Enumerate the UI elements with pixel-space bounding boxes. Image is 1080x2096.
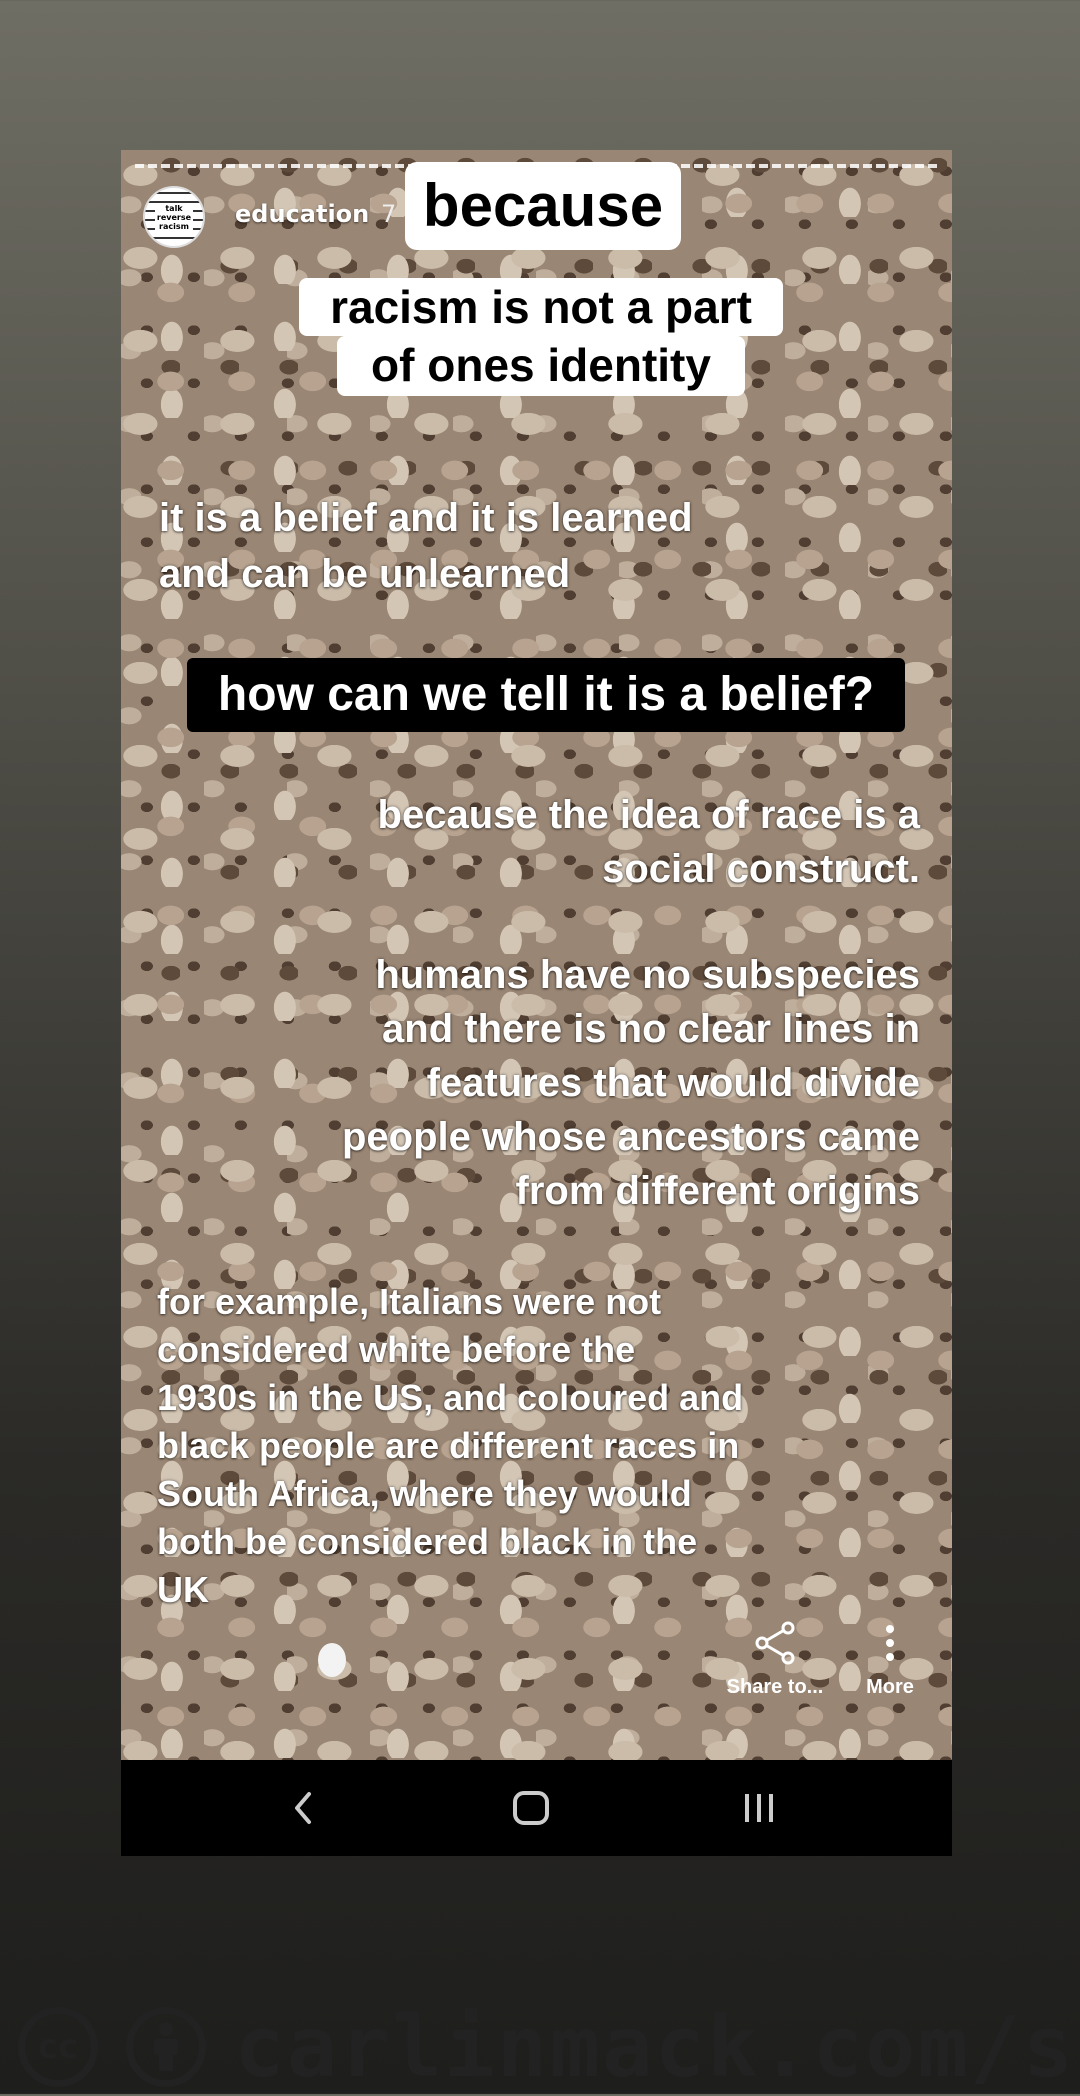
example-line: South Africa, where they would	[157, 1473, 692, 1514]
watermark-text: carlinmack.com/s	[234, 1998, 1076, 2096]
construct-text: because the idea of race is a social con…	[280, 788, 920, 896]
construct-line: social construct.	[602, 847, 920, 891]
example-line: black people are different races in	[157, 1425, 740, 1466]
subspecies-line: humans have no subspecies	[375, 953, 920, 997]
construct-line: because the idea of race is a	[377, 793, 920, 837]
attribution-icon	[126, 2007, 206, 2087]
cc-icon: cc	[18, 2007, 98, 2087]
system-navigation-bar	[121, 1760, 952, 1856]
story-view[interactable]: talk reverse racism education 7 because …	[121, 150, 952, 1760]
subspecies-line: from different origins	[515, 1169, 920, 1213]
phone-screen: talk reverse racism education 7 because …	[121, 150, 952, 1856]
more-button[interactable]: More	[825, 1618, 952, 1699]
question-sticker: how can we tell it is a belief?	[187, 658, 905, 732]
avatar-text: talk reverse racism	[154, 202, 194, 232]
subspecies-text: humans have no subspecies and there is n…	[240, 948, 920, 1218]
example-line: 1930s in the US, and coloured and	[157, 1377, 744, 1418]
watermark: cc carlinmack.com/s	[18, 1998, 1076, 2096]
example-line: for example, Italians were not	[157, 1281, 662, 1322]
home-icon[interactable]	[511, 1790, 551, 1826]
example-line: considered white before the	[157, 1329, 636, 1370]
example-line: both be considered black in the	[157, 1521, 698, 1562]
example-text: for example, Italians were not considere…	[157, 1278, 857, 1614]
subspecies-line: people whose ancestors came	[341, 1115, 920, 1159]
recents-icon[interactable]	[739, 1790, 779, 1826]
belief-line: and can be unlearned	[159, 552, 571, 596]
avatar[interactable]: talk reverse racism	[143, 186, 205, 248]
subspecies-line: and there is no clear lines in	[382, 1007, 920, 1051]
subspecies-line: features that would divide	[426, 1061, 920, 1105]
example-line: UK	[157, 1569, 209, 1610]
racism-sticker-line2: of ones identity	[337, 336, 745, 396]
page-indicator-dot	[318, 1643, 346, 1677]
belief-text: it is a belief and it is learned and can…	[159, 490, 799, 602]
belief-line: it is a belief and it is learned	[159, 496, 693, 540]
back-icon[interactable]	[283, 1790, 323, 1826]
more-label: More	[866, 1676, 914, 1698]
story-username[interactable]: education	[235, 200, 369, 228]
more-vertical-icon	[825, 1618, 952, 1668]
story-time: 7	[381, 200, 397, 228]
because-sticker: because	[405, 162, 681, 250]
racism-sticker-line1: racism is not a part	[299, 278, 783, 336]
